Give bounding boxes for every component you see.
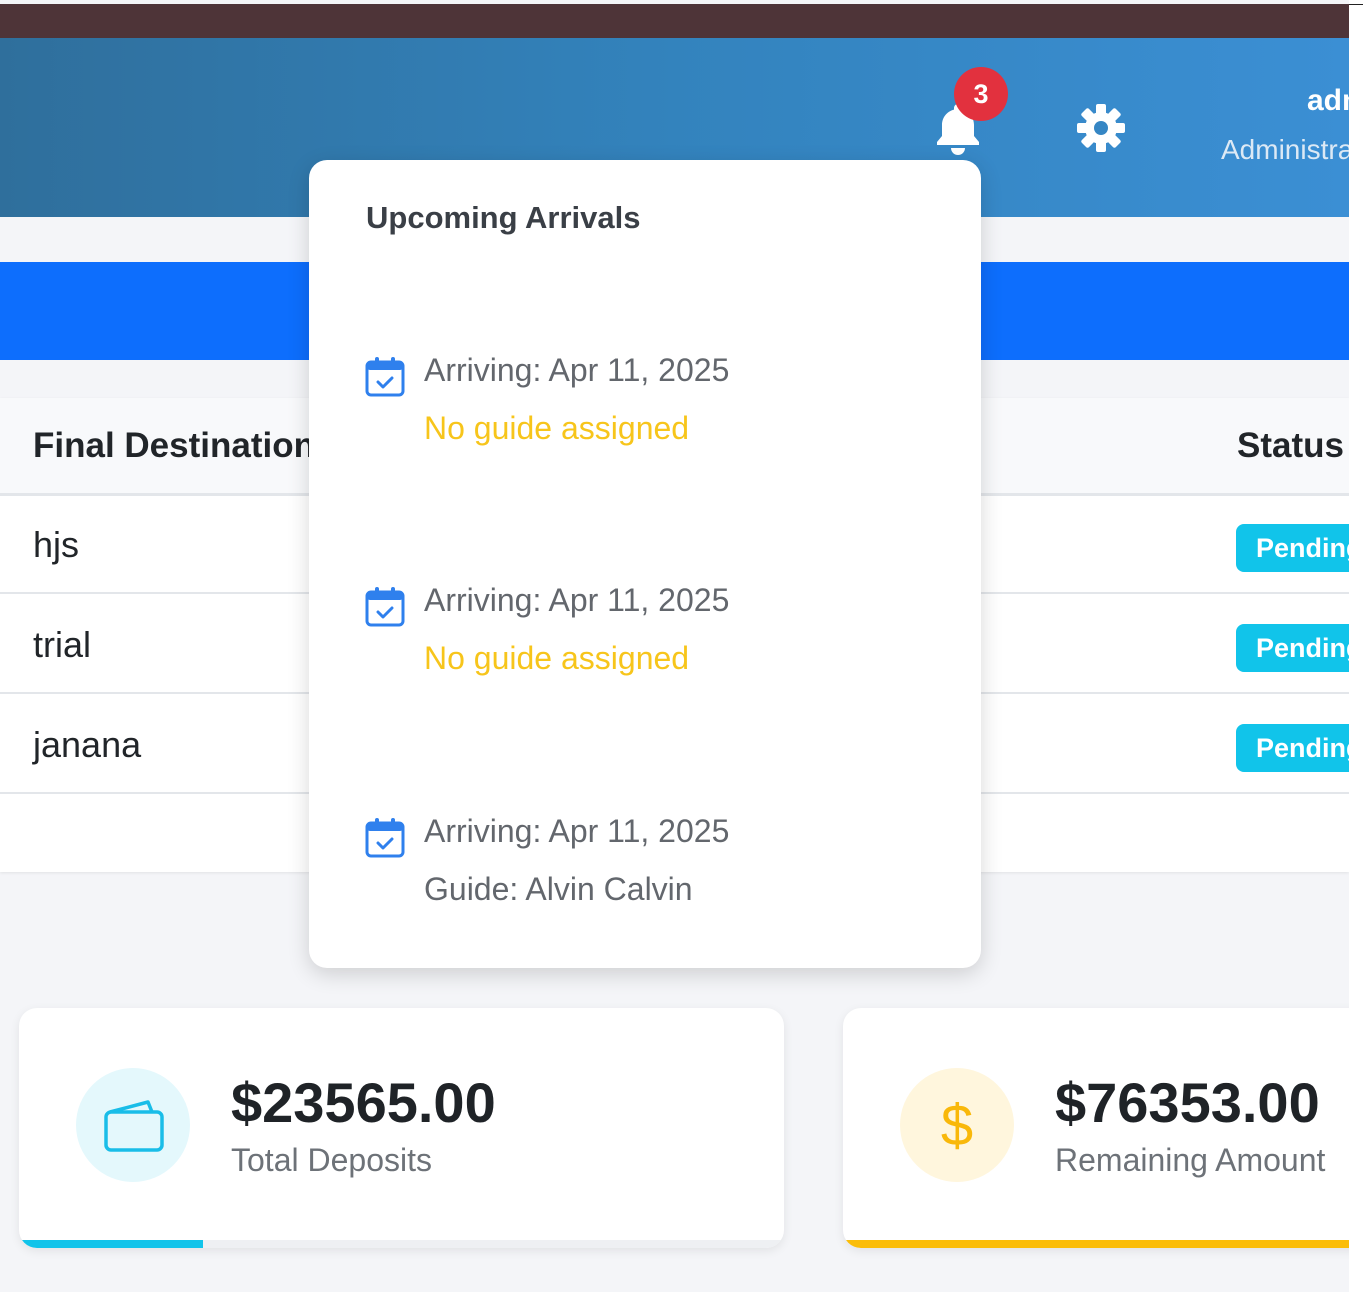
dollar-icon: $ [940,1092,974,1158]
column-header-status[interactable]: Status [1237,426,1344,466]
arrival-item[interactable]: Arriving: Apr 11, 2025 No guide assigned [309,352,981,476]
gear-icon [1077,104,1125,152]
status-badge: Pending [1236,524,1349,572]
calendar-check-icon [365,587,405,627]
arrival-date: Arriving: Apr 11, 2025 [424,352,730,388]
guide-name: Guide: Alvin Calvin [424,871,693,907]
wallet-icon [104,1100,164,1152]
top-strip [0,4,1349,38]
stat-value: $76353.00 [1055,1071,1320,1134]
calendar-check-icon [365,818,405,858]
arrival-date: Arriving: Apr 11, 2025 [424,582,730,618]
dashboard-page: 3 admin Administrator Final Destination … [0,0,1349,1292]
destination-cell: hjs [33,524,80,565]
destination-cell: trial [33,624,92,665]
stat-label: Remaining Amount [1055,1142,1326,1178]
upcoming-arrivals-popover: Upcoming Arrivals Arriving: Apr 11, 2025… [309,160,981,968]
arrival-item[interactable]: Arriving: Apr 11, 2025 Guide: Alvin Calv… [309,813,981,937]
user-role: Administrator [1221,134,1349,165]
popover-title: Upcoming Arrivals [366,200,641,235]
stat-card-total-deposits[interactable]: $23565.00 Total Deposits [19,1008,784,1248]
user-name[interactable]: admin [1307,84,1349,118]
arrival-date: Arriving: Apr 11, 2025 [424,813,730,849]
destination-cell: janana [33,724,142,765]
calendar-check-icon [365,357,405,397]
stat-icon-wrapper [76,1068,190,1182]
stat-progress-fill [843,1240,1349,1248]
column-header-final-destination[interactable]: Final Destination [33,426,315,466]
stat-progress-fill [19,1240,203,1248]
stat-value: $23565.00 [231,1071,496,1134]
window-edge [1349,4,1363,5]
stat-label: Total Deposits [231,1142,432,1178]
arrival-item[interactable]: Arriving: Apr 11, 2025 No guide assigned [309,582,981,706]
status-badge: Pending [1236,724,1349,772]
settings-button[interactable] [1073,100,1129,156]
guide-status-warning: No guide assigned [424,640,690,676]
stat-card-remaining-amount[interactable]: $ $76353.00 Remaining Amount [843,1008,1349,1248]
guide-status-warning: No guide assigned [424,410,690,446]
status-badge: Pending [1236,624,1349,672]
stat-icon-wrapper: $ [900,1068,1014,1182]
notification-count-badge: 3 [954,67,1008,121]
